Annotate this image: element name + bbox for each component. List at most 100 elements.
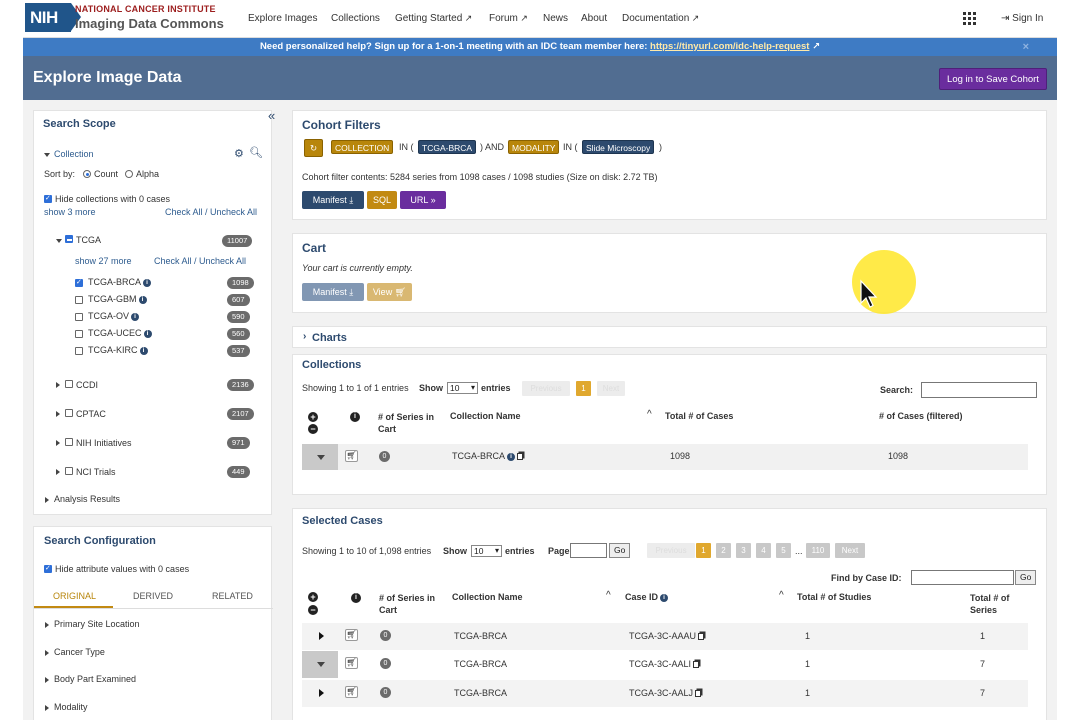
sign-in-link[interactable]: ⇥ Sign In: [1001, 13, 1043, 24]
collections-page-size-select[interactable]: 10: [447, 382, 478, 394]
cases-info-icon[interactable]: i: [351, 593, 361, 603]
modality-caret-icon[interactable]: [45, 704, 49, 711]
cptac-caret-icon[interactable]: [56, 411, 60, 417]
cases-page-5[interactable]: 5: [776, 543, 791, 558]
cases-caseid-sort-icon[interactable]: ^: [779, 590, 784, 601]
collections-info-icon[interactable]: i: [350, 412, 360, 422]
tcga-check-all-link[interactable]: Check All / Uncheck All: [154, 256, 246, 266]
cases-next-button[interactable]: Next: [835, 543, 865, 558]
col-header-collection-name[interactable]: Collection Name: [450, 411, 521, 421]
charts-title[interactable]: Charts: [312, 332, 347, 344]
tcga-gbm-checkbox[interactable]: [75, 296, 83, 304]
config-modality[interactable]: Modality: [54, 702, 88, 712]
apps-grid-icon[interactable]: [963, 12, 976, 25]
nav-forum[interactable]: Forum: [489, 13, 528, 24]
brand-line-2[interactable]: Imaging Data Commons: [75, 16, 224, 31]
ccdi-caret-icon[interactable]: [56, 382, 60, 388]
search-icon[interactable]: 🔍︎: [249, 146, 263, 159]
tcga-caret-icon[interactable]: [56, 239, 62, 243]
case-row-caret-icon[interactable]: [317, 662, 325, 667]
case-copy-icon[interactable]: [693, 661, 700, 669]
config-cancer-type[interactable]: Cancer Type: [54, 647, 105, 657]
nav-collections[interactable]: Collections: [331, 13, 380, 24]
cases-header-total-studies[interactable]: Total # of Studies: [797, 592, 871, 602]
hide-empty-attributes-checkbox[interactable]: [44, 564, 52, 573]
tcga-kirc-item[interactable]: TCGA-KIRC i: [88, 345, 148, 355]
case-copy-icon[interactable]: [698, 633, 705, 641]
manifest-button[interactable]: Manifest ⤓: [302, 191, 364, 209]
case-id-cell[interactable]: TCGA-3C-AALI: [629, 659, 700, 669]
case-copy-icon[interactable]: [695, 690, 702, 698]
nci-trials-label[interactable]: NCI Trials: [76, 467, 116, 477]
tab-related[interactable]: RELATED: [212, 591, 253, 601]
cptac-label[interactable]: CPTAC: [76, 409, 106, 419]
sql-button[interactable]: SQL: [367, 191, 397, 209]
copy-icon[interactable]: [517, 453, 524, 461]
cases-page-go-button[interactable]: Go: [609, 543, 631, 558]
config-primary-site-location[interactable]: Primary Site Location: [54, 619, 140, 629]
col-header-series-in-cart[interactable]: # of Series in Cart: [378, 411, 448, 435]
tab-derived[interactable]: DERIVED: [133, 591, 173, 601]
nih-initiatives-caret-icon[interactable]: [56, 440, 60, 446]
collections-page-1[interactable]: 1: [576, 381, 591, 396]
case-row-caret-icon[interactable]: [319, 632, 324, 640]
cases-page-last[interactable]: 110: [806, 543, 830, 558]
nav-getting-started[interactable]: Getting Started: [395, 13, 472, 24]
nav-about[interactable]: About: [581, 13, 607, 24]
collection-info-icon[interactable]: i: [507, 452, 516, 461]
tcga-ucec-info-icon[interactable]: i: [143, 329, 152, 338]
find-case-go-button[interactable]: Go: [1015, 570, 1037, 585]
sort-alpha-radio[interactable]: [125, 170, 133, 178]
config-body-part-examined[interactable]: Body Part Examined: [54, 674, 136, 684]
nci-trials-checkbox[interactable]: [65, 467, 73, 475]
tcga-ucec-checkbox[interactable]: [75, 330, 83, 338]
collections-next-button[interactable]: Next: [597, 381, 625, 396]
analysis-results-label[interactable]: Analysis Results: [54, 494, 120, 504]
cases-header-series-in-cart[interactable]: # of Series in Cart: [379, 592, 449, 616]
cases-collapse-all-icon[interactable]: −: [308, 605, 318, 615]
cart-manifest-button[interactable]: Manifest ⤓: [302, 283, 364, 301]
analysis-caret-icon[interactable]: [45, 497, 49, 503]
nci-trials-caret-icon[interactable]: [56, 469, 60, 475]
tcga-ucec-item[interactable]: TCGA-UCEC i: [88, 328, 152, 338]
charts-panel[interactable]: › Charts: [292, 326, 1047, 348]
cases-header-case-id[interactable]: Case ID i: [625, 592, 669, 602]
sort-asc-icon[interactable]: ^: [647, 409, 652, 420]
collapse-all-icon[interactable]: −: [308, 424, 318, 434]
nav-documentation[interactable]: Documentation: [622, 13, 699, 24]
case-id-cell[interactable]: TCGA-3C-AALJ: [629, 688, 702, 698]
cases-page-input[interactable]: [570, 543, 607, 558]
collapse-panel-icon[interactable]: «: [268, 108, 275, 123]
tcga-brca-checkbox[interactable]: [75, 278, 83, 287]
charts-chevron-icon[interactable]: ›: [303, 331, 306, 342]
tcga-kirc-checkbox[interactable]: [75, 347, 83, 355]
check-all-link[interactable]: Check All / Uncheck All: [165, 207, 257, 217]
tcga-brca-info-icon[interactable]: i: [143, 278, 152, 287]
sort-count-radio[interactable]: [83, 170, 91, 178]
reset-filters-icon[interactable]: ↻: [304, 139, 323, 157]
gear-icon[interactable]: ⚙: [234, 147, 244, 160]
col-header-total-cases[interactable]: Total # of Cases: [665, 411, 733, 421]
expand-all-icon[interactable]: +: [308, 412, 318, 422]
cases-prev-button[interactable]: Previous: [647, 543, 695, 558]
cases-page-1[interactable]: 1: [696, 543, 711, 558]
cases-page-size-select[interactable]: 10: [471, 545, 502, 557]
cases-expand-all-icon[interactable]: +: [308, 592, 318, 602]
case-cart-icon[interactable]: 🛒︎: [345, 657, 358, 669]
cases-collection-sort-icon[interactable]: ^: [606, 590, 611, 601]
tcga-show-more-link[interactable]: show 27 more: [75, 256, 132, 266]
nih-initiatives-label[interactable]: NIH Initiatives: [76, 438, 132, 448]
collection-caret-icon[interactable]: [44, 153, 50, 157]
primary-site-location-caret-icon[interactable]: [45, 622, 49, 628]
collection-cart-icon[interactable]: 🛒︎: [345, 450, 358, 462]
collection-label[interactable]: Collection: [54, 149, 94, 159]
cases-page-4[interactable]: 4: [756, 543, 771, 558]
tcga-checkbox[interactable]: [65, 235, 73, 243]
collection-row-caret-icon[interactable]: [317, 455, 325, 460]
tcga-ov-checkbox[interactable]: [75, 313, 83, 321]
case-id-info-icon[interactable]: i: [660, 593, 669, 602]
cases-page-2[interactable]: 2: [716, 543, 731, 558]
save-cohort-button[interactable]: Log in to Save Cohort: [939, 68, 1047, 90]
ccdi-label[interactable]: CCDI: [76, 380, 98, 390]
collections-prev-button[interactable]: Previous: [522, 381, 570, 396]
